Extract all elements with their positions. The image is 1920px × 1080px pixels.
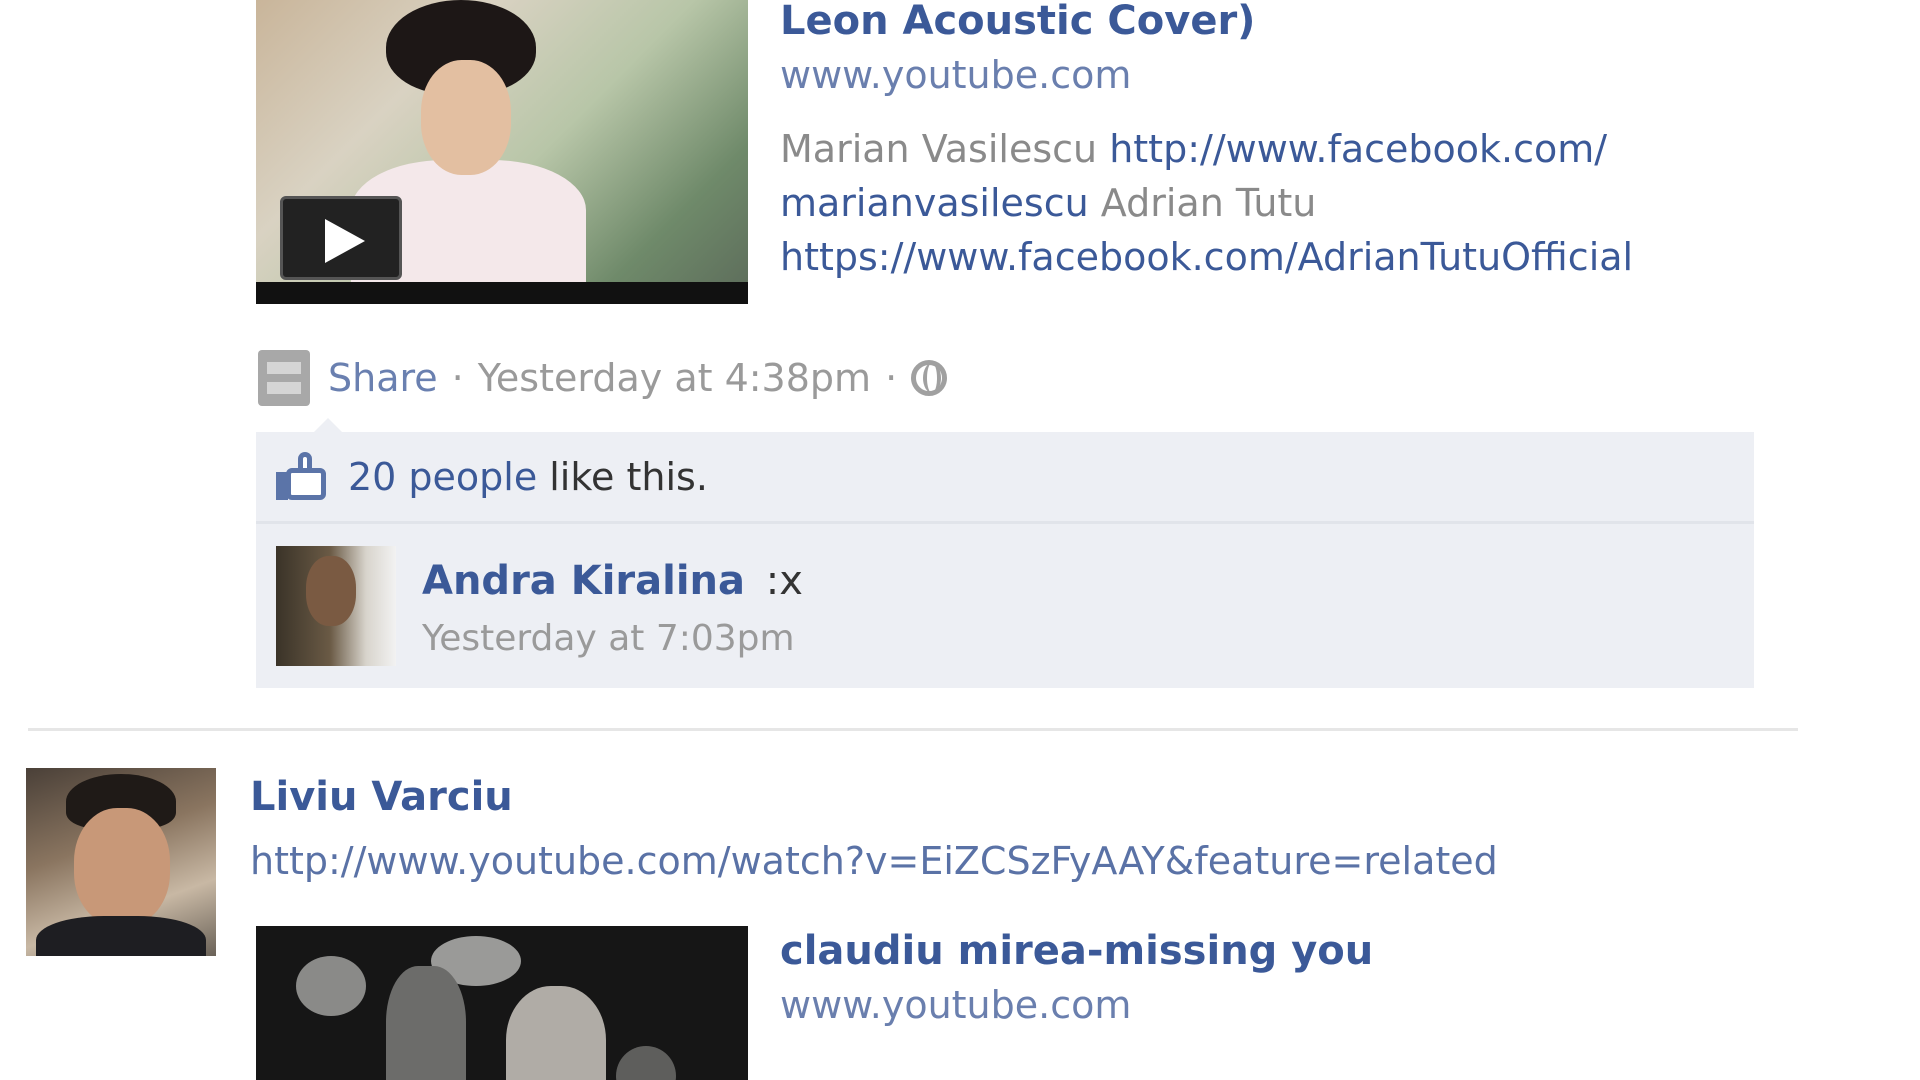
likes-count-link[interactable]: 20 people (348, 455, 537, 499)
description-name-2: Adrian Tutu (1100, 181, 1317, 225)
news-feed: Leon Acoustic Cover) www.youtube.com Mar… (0, 0, 1920, 1080)
description-link-1-continued[interactable]: marianvasilescu (780, 181, 1089, 225)
video-thumbnail[interactable] (256, 0, 748, 304)
thumbnail-bottom-bar (256, 282, 748, 304)
link-title[interactable]: Leon Acoustic Cover) (780, 0, 1255, 48)
comment: Andra Kiralina :x Yesterday at 7:03pm (256, 524, 1754, 688)
link-description: Marian Vasilescu http://www.facebook.com… (780, 122, 1830, 284)
like-comment-box: 20 people like this. Andra Kiralina :x Y… (256, 418, 1754, 688)
link-domain: www.youtube.com (780, 53, 1132, 97)
likes-row: 20 people like this. (256, 432, 1754, 524)
author-avatar[interactable] (26, 768, 216, 956)
video-thumbnail[interactable] (256, 926, 748, 1080)
comment-timestamp[interactable]: Yesterday at 7:03pm (422, 614, 795, 664)
description-link-1[interactable]: http://www.facebook.com/ (1109, 127, 1607, 171)
thumbs-up-icon (276, 451, 328, 502)
comment-author[interactable]: Andra Kiralina (422, 558, 745, 604)
play-icon[interactable] (280, 196, 402, 280)
link-title[interactable]: claudiu mirea-missing you (780, 924, 1373, 978)
meta-separator: · (451, 356, 464, 400)
globe-icon[interactable] (911, 360, 948, 396)
meta-separator: · (885, 356, 898, 400)
post-meta-row: Share · Yesterday at 4:38pm · (258, 350, 948, 406)
post-author[interactable]: Liviu Varciu (250, 770, 513, 824)
thumbnail-face (421, 60, 511, 175)
link-domain: www.youtube.com (780, 983, 1132, 1027)
likes-suffix: like this. (549, 454, 708, 499)
share-link[interactable]: Share (328, 356, 438, 400)
link-preview-text: Leon Acoustic Cover) www.youtube.com (780, 0, 1255, 102)
comment-body: Andra Kiralina :x (422, 554, 803, 608)
share-icon (258, 350, 310, 406)
post-url-link[interactable]: http://www.youtube.com/watch?v=EiZCSzFyA… (250, 834, 1498, 888)
link-preview-text: claudiu mirea-missing you www.youtube.co… (780, 924, 1373, 1032)
comment-avatar[interactable] (276, 546, 396, 666)
description-link-2[interactable]: https://www.facebook.com/AdrianTutuOffic… (780, 235, 1633, 279)
comment-text: :x (765, 558, 803, 604)
post-divider (28, 728, 1798, 731)
post-timestamp[interactable]: Yesterday at 4:38pm (478, 356, 871, 400)
description-name-1: Marian Vasilescu (780, 127, 1098, 171)
